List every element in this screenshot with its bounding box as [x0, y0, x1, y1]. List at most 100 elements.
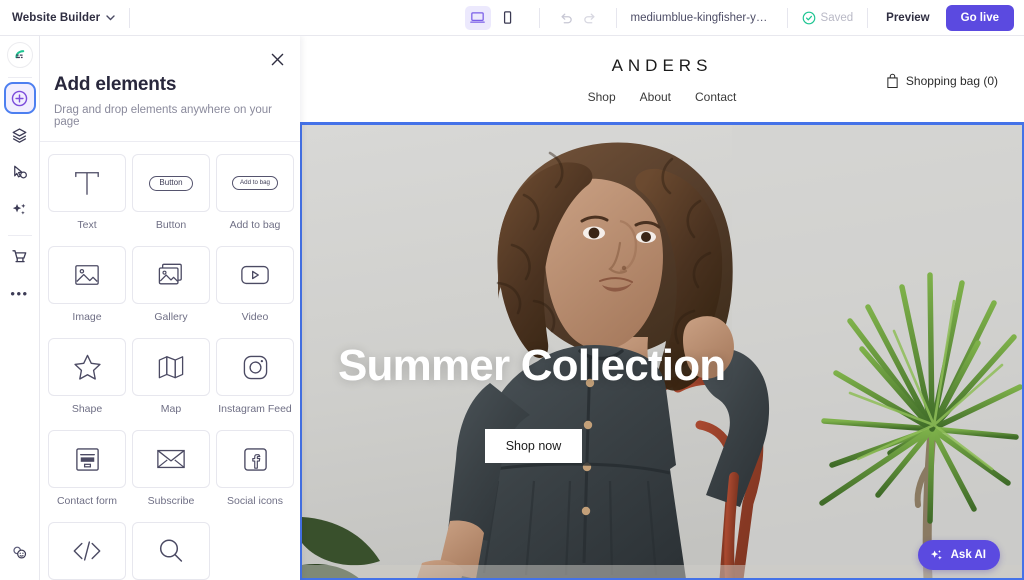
element-text[interactable]: Text [48, 154, 126, 240]
sidebar-item-layers[interactable] [6, 121, 34, 149]
go-live-button[interactable]: Go live [945, 4, 1014, 31]
undo-button[interactable] [554, 6, 578, 30]
nav-link-about[interactable]: About [640, 90, 671, 104]
element-gallery[interactable]: Gallery [132, 246, 210, 332]
nav-link-shop[interactable]: Shop [588, 90, 616, 104]
website-builder-app: Website Builder mediumblue-kingfisher-yn… [0, 0, 1024, 580]
element-tile[interactable]: Add to bag [216, 154, 294, 212]
element-map[interactable]: Map [132, 338, 210, 424]
element-shape[interactable]: Shape [48, 338, 126, 424]
button-pill-icon: Button [149, 175, 193, 191]
saved-label: Saved [820, 11, 854, 24]
search-magnifier-icon [159, 539, 183, 562]
element-tile[interactable] [216, 338, 294, 396]
site-canvas: ANDERS Shop About Contact Shopping bag (… [300, 36, 1024, 580]
element-tile[interactable] [216, 430, 294, 488]
site-logo[interactable]: ANDERS [612, 56, 713, 76]
rail-separator-2 [7, 235, 32, 236]
toolbar-right-group: mediumblue-kingfisher-ynqj... Saved Prev… [464, 4, 1024, 31]
panel-subtitle: Drag and drop elements anywhere on your … [54, 104, 272, 128]
element-button[interactable]: Button Button [132, 154, 210, 240]
app-title: Website Builder [12, 11, 101, 24]
panel-title: Add elements [54, 74, 177, 95]
shop-now-button[interactable]: Shop now [485, 429, 582, 463]
sidebar-item-add-elements[interactable] [3, 82, 36, 114]
image-picture-icon [75, 265, 99, 285]
pages-cursor-icon [14, 165, 27, 178]
desktop-view-button[interactable] [464, 5, 491, 30]
element-tile[interactable]: Button [132, 154, 210, 212]
element-tile[interactable] [132, 246, 210, 304]
element-image[interactable]: Image [48, 246, 126, 332]
element-tile[interactable] [48, 338, 126, 396]
app-title-menu[interactable]: Website Builder [12, 12, 115, 24]
facebook-icon [243, 447, 267, 471]
element-label: Social icons [226, 495, 284, 507]
element-label: Gallery [154, 311, 188, 323]
toolbar-left-group: Website Builder [0, 7, 144, 28]
element-tile[interactable] [132, 430, 210, 488]
shopping-bag-link[interactable]: Shopping bag (0) [886, 73, 998, 89]
sidebar-item-ai-tools[interactable] [6, 195, 34, 223]
save-status: Saved [802, 11, 854, 25]
element-tile[interactable] [132, 522, 210, 580]
sidebar-item-store[interactable] [6, 242, 34, 270]
text-t-icon [75, 172, 99, 195]
element-tile[interactable] [216, 246, 294, 304]
toolbar-divider-3 [615, 7, 617, 28]
element-video[interactable]: Video [216, 246, 294, 332]
undo-arrow-icon [560, 13, 572, 23]
element-tile[interactable] [48, 246, 126, 304]
more-dots-icon: ••• [10, 285, 29, 301]
element-instagram-feed[interactable]: Instagram Feed [216, 338, 294, 424]
sidebar-item-pages[interactable] [6, 158, 34, 186]
element-add-to-bag[interactable]: Add to bag Add to bag [216, 154, 294, 240]
element-label: Text [77, 219, 97, 231]
check-circle-icon [802, 11, 816, 25]
element-tile[interactable] [48, 522, 126, 580]
element-contact-form[interactable]: Contact form [48, 430, 126, 516]
help-button[interactable] [6, 538, 34, 566]
element-label: Video [241, 311, 269, 323]
brand-logo-icon[interactable] [6, 42, 33, 68]
element-label: Button [155, 219, 187, 231]
ask-ai-label: Ask AI [950, 549, 986, 561]
sidebar-item-more[interactable]: ••• [6, 279, 34, 307]
folded-map-icon [158, 356, 184, 379]
layers-icon [12, 127, 27, 143]
element-label: Subscribe [147, 495, 195, 507]
preview-button[interactable]: Preview [882, 12, 933, 24]
element-label: Instagram Feed [218, 403, 292, 415]
ask-ai-button[interactable]: Ask AI [917, 540, 1000, 570]
element-label: Map [160, 403, 182, 415]
help-chat-icon [13, 546, 27, 559]
nav-link-contact[interactable]: Contact [695, 90, 736, 104]
element-subscribe[interactable]: Subscribe [132, 430, 210, 516]
element-label: Contact form [56, 495, 118, 507]
redo-button[interactable] [578, 6, 602, 30]
element-tile[interactable] [132, 338, 210, 396]
shopping-cart-icon [12, 249, 27, 262]
sparkles-icon [929, 548, 944, 563]
element-social-icons[interactable]: Social icons [216, 430, 294, 516]
embed-code-icon [73, 541, 101, 561]
close-icon[interactable] [266, 48, 288, 70]
element-label: Add to bag [229, 219, 281, 231]
element-embed-code[interactable]: Embed code [48, 522, 126, 580]
element-tile[interactable] [48, 430, 126, 488]
site-name-label[interactable]: mediumblue-kingfisher-ynqj... [631, 12, 773, 24]
shopping-bag-icon [886, 73, 899, 89]
element-label: Image [72, 311, 102, 323]
element-product-search[interactable]: Product search [132, 522, 210, 580]
redo-arrow-icon [583, 13, 595, 23]
instagram-icon [243, 355, 267, 379]
hero-title[interactable]: Summer Collection [338, 341, 726, 391]
toolbar-divider-5 [867, 7, 869, 28]
hero-section[interactable]: Summer Collection Shop now [300, 122, 1024, 580]
sparkles-ai-icon [12, 203, 26, 215]
mobile-view-button[interactable] [495, 6, 521, 30]
toolbar-divider-4 [786, 7, 788, 28]
contact-form-icon [75, 447, 99, 471]
element-tile[interactable] [48, 154, 126, 212]
envelope-icon [157, 449, 185, 469]
